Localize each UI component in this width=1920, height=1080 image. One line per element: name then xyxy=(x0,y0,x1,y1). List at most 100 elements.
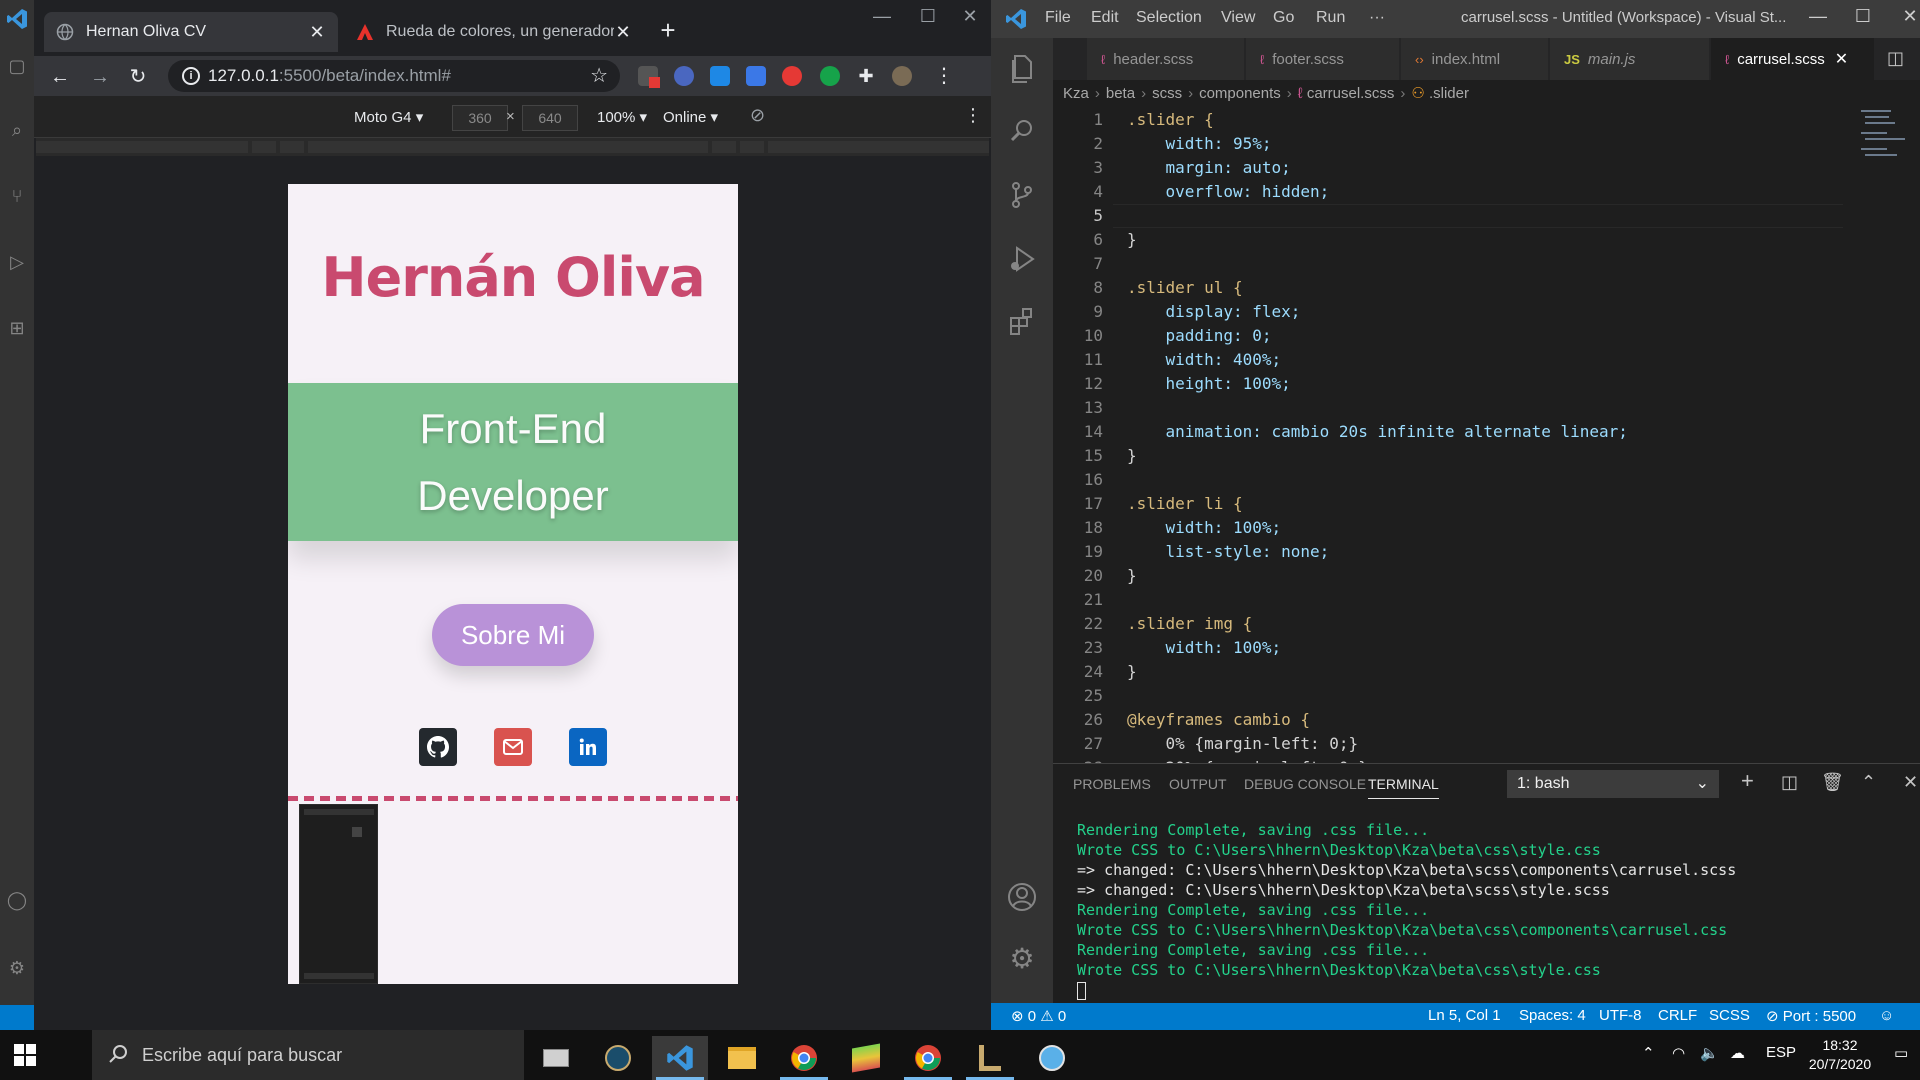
file-explorer-icon[interactable] xyxy=(714,1036,770,1080)
league-client-icon[interactable] xyxy=(962,1036,1018,1080)
trash-icon[interactable]: 🗑 xyxy=(1821,772,1844,793)
breadcrumb-item[interactable]: Kza xyxy=(1063,85,1089,102)
league-of-legends-icon[interactable] xyxy=(590,1036,646,1080)
google-translate-icon[interactable] xyxy=(746,66,766,86)
reload-icon[interactable]: ↻ xyxy=(126,65,150,89)
extension-red-icon[interactable] xyxy=(782,66,802,86)
extensions-puzzle-icon[interactable]: ✚ xyxy=(856,66,876,86)
menu-selection[interactable]: Selection xyxy=(1136,9,1202,27)
about-me-button[interactable]: Sobre Mi xyxy=(432,604,594,666)
split-editor-icon[interactable]: ◫ xyxy=(1887,48,1904,69)
tab-output[interactable]: OUTPUT xyxy=(1169,776,1227,792)
address-bar[interactable]: i 127.0.0.1:5500/beta/index.html# ☆ xyxy=(168,60,620,92)
maximize-button[interactable]: ☐ xyxy=(1843,6,1883,27)
new-terminal-icon[interactable]: + xyxy=(1741,768,1754,794)
settings-gear-icon[interactable]: ⚙ xyxy=(6,958,28,980)
source-control-icon[interactable]: ⑂ xyxy=(6,186,28,208)
chrome-menu-icon[interactable]: ⋮ xyxy=(934,66,954,86)
taskbar-search[interactable]: Escribe aquí para buscar xyxy=(92,1030,524,1080)
volume-icon[interactable]: 🔈 xyxy=(1700,1044,1719,1062)
source-control-icon[interactable] xyxy=(1005,178,1039,212)
debug-icon[interactable]: ▷ xyxy=(6,252,28,274)
search-icon[interactable]: ⌕ xyxy=(6,120,28,142)
tab-main-js[interactable]: JS main.js xyxy=(1550,38,1710,80)
extension-plus-icon[interactable] xyxy=(710,66,730,86)
extension-pen-icon[interactable] xyxy=(638,66,660,88)
breadcrumb-item[interactable]: carrusel.scss xyxy=(1307,85,1395,102)
code-editor[interactable]: 1 .slider {2 width: 95%; 3 margin: auto; 4 … xyxy=(1053,108,1920,763)
more-options-icon[interactable]: ⋮ xyxy=(964,105,982,126)
extensions-icon[interactable]: ⊞ xyxy=(6,318,28,340)
github-icon[interactable] xyxy=(419,728,457,766)
windows-start-icon[interactable] xyxy=(14,1044,36,1066)
tab-debug-console[interactable]: DEBUG CONSOLE xyxy=(1244,776,1366,792)
back-arrow-icon[interactable]: ← xyxy=(48,65,72,89)
cursor-position[interactable]: Ln 5, Col 1 xyxy=(1428,1007,1501,1024)
menu-more[interactable]: ··· xyxy=(1369,9,1385,27)
breadcrumb-item[interactable]: beta xyxy=(1106,85,1135,102)
extensions-icon[interactable] xyxy=(1005,304,1039,338)
profile-avatar[interactable] xyxy=(892,66,912,86)
tab-problems[interactable]: PROBLEMS xyxy=(1073,776,1151,792)
bluestacks-icon[interactable] xyxy=(838,1036,894,1080)
tab-rueda-de-colores[interactable]: Rueda de colores, un generador ✕ xyxy=(344,12,644,52)
menu-view[interactable]: View xyxy=(1221,9,1255,27)
info-icon[interactable]: i xyxy=(182,67,200,85)
clock[interactable]: 18:32 20/7/2020 xyxy=(1800,1036,1880,1074)
indentation[interactable]: Spaces: 4 xyxy=(1519,1007,1586,1024)
extension-green-icon[interactable] xyxy=(820,66,840,86)
close-icon[interactable]: ✕ xyxy=(614,22,632,43)
width-input[interactable]: 360 xyxy=(452,105,508,131)
account-icon[interactable] xyxy=(1005,880,1039,914)
bookmark-star-icon[interactable]: ☆ xyxy=(590,63,608,88)
new-tab-button[interactable]: + xyxy=(654,16,682,44)
breadcrumb-item[interactable]: components xyxy=(1199,85,1281,102)
live-server-port[interactable]: ⊘ Port : 5500 xyxy=(1766,1007,1856,1025)
input-language[interactable]: ESP xyxy=(1766,1044,1796,1061)
settings-gear-icon[interactable]: ⚙ xyxy=(1005,942,1039,976)
minimize-button[interactable]: — xyxy=(1798,6,1838,27)
tab-header-scss[interactable]: ℓ header.scss xyxy=(1087,38,1245,80)
tab-hernan-oliva-cv[interactable]: Hernan Oliva CV ✕ xyxy=(44,12,338,52)
browser-app-icon[interactable] xyxy=(1024,1036,1080,1080)
split-terminal-icon[interactable]: ◫ xyxy=(1781,772,1798,793)
forward-arrow-icon[interactable]: → xyxy=(88,65,112,89)
network-icon[interactable]: ◠ xyxy=(1672,1044,1685,1062)
encoding[interactable]: UTF-8 xyxy=(1599,1007,1642,1024)
close-panel-icon[interactable]: ✕ xyxy=(1903,772,1918,793)
tab-carrusel-scss[interactable]: ℓ carrusel.scss ✕ xyxy=(1711,38,1875,80)
breadcrumb-item[interactable]: .slider xyxy=(1429,85,1469,102)
explorer-icon[interactable]: ▢ xyxy=(6,56,28,78)
terminal-shell-select[interactable]: 1: bash ⌄ xyxy=(1507,770,1719,798)
tab-index-html[interactable]: ‹› index.html xyxy=(1401,38,1549,80)
line-ending[interactable]: CRLF xyxy=(1658,1007,1697,1024)
terminal-output[interactable]: Rendering Complete, saving .css file... W… xyxy=(1077,820,1736,980)
menu-file[interactable]: File xyxy=(1045,9,1071,27)
close-window-button[interactable]: ✕ xyxy=(950,6,990,27)
close-icon[interactable]: ✕ xyxy=(1835,49,1848,69)
menu-edit[interactable]: Edit xyxy=(1091,9,1119,27)
mail-icon[interactable] xyxy=(494,728,532,766)
taskview-app-icon[interactable] xyxy=(528,1036,584,1080)
explorer-icon[interactable] xyxy=(1005,52,1039,86)
notifications-icon[interactable]: ▭ xyxy=(1894,1044,1908,1062)
minimap[interactable] xyxy=(1853,108,1920,763)
menu-go[interactable]: Go xyxy=(1273,9,1294,27)
menu-run[interactable]: Run xyxy=(1316,9,1345,27)
problems-indicator[interactable]: ⊗ 0 ⚠ 0 xyxy=(1011,1007,1066,1025)
zoom-select[interactable]: 100% ▾ xyxy=(597,108,647,126)
minimize-button[interactable]: — xyxy=(862,6,902,27)
network-throttle-select[interactable]: Online ▾ xyxy=(663,108,718,126)
device-select[interactable]: Moto G4 ▾ xyxy=(354,108,423,126)
search-icon[interactable] xyxy=(1005,114,1039,148)
onedrive-icon[interactable]: ☁ xyxy=(1730,1044,1745,1062)
maximize-button[interactable]: ☐ xyxy=(908,6,948,27)
tab-footer-scss[interactable]: ℓ footer.scss xyxy=(1246,38,1400,80)
close-window-button[interactable]: ✕ xyxy=(1890,6,1920,27)
height-input[interactable]: 640 xyxy=(522,105,578,131)
tab-terminal[interactable]: TERMINAL xyxy=(1368,776,1439,799)
close-icon[interactable]: ✕ xyxy=(308,22,326,43)
run-debug-icon[interactable] xyxy=(1005,242,1039,276)
extension-translate-icon[interactable] xyxy=(674,66,694,86)
rotate-icon[interactable]: ⊘ xyxy=(750,105,765,126)
